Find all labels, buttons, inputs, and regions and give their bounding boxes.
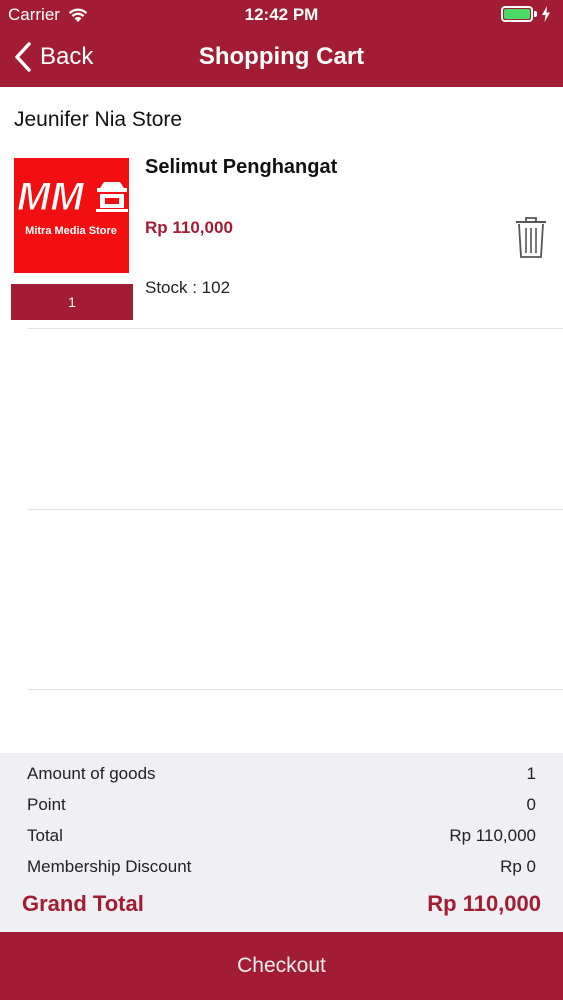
list-divider [28, 689, 563, 690]
app-header: Carrier 12:42 PM Back Shopping Cart [0, 0, 563, 87]
list-divider [28, 509, 563, 510]
summary-label: Point [27, 795, 66, 814]
summary-row-discount: Membership Discount Rp 0 [27, 857, 536, 881]
list-divider [28, 328, 563, 329]
store-name: Jeunifer Nia Store [14, 108, 183, 131]
grand-total-label: Grand Total [22, 891, 144, 916]
product-image[interactable]: MM Mitra Media Store [14, 158, 129, 273]
cart-item: MM Mitra Media Store 1 Selimut Penghanga… [0, 150, 563, 328]
summary-label: Amount of goods [27, 764, 156, 783]
order-summary: Amount of goods 1 Point 0 Total Rp 110,0… [0, 753, 563, 932]
summary-label: Total [27, 826, 63, 845]
summary-row-amount: Amount of goods 1 [27, 764, 536, 788]
summary-row-point: Point 0 [27, 795, 536, 819]
svg-text:MM: MM [17, 175, 85, 219]
summary-label: Membership Discount [27, 857, 192, 876]
charging-bolt-icon [542, 6, 550, 22]
product-stock: Stock : 102 [145, 278, 231, 297]
trash-icon[interactable] [514, 216, 548, 260]
product-price: Rp 110,000 [145, 218, 233, 237]
svg-text:Mitra Media Store: Mitra Media Store [25, 225, 117, 237]
summary-value: 1 [526, 764, 536, 783]
summary-value: 0 [526, 795, 536, 814]
shop-icon [96, 182, 128, 212]
mitra-media-store-logo: MM Mitra Media Store [17, 175, 128, 237]
status-bar: Carrier 12:42 PM [0, 0, 563, 30]
grand-total-value: Rp 110,000 [427, 891, 541, 916]
battery-icon [501, 6, 551, 22]
navigation-bar: Back Shopping Cart [0, 30, 563, 87]
product-name: Selimut Penghangat [145, 156, 338, 178]
summary-value: Rp 0 [500, 857, 536, 876]
quantity-stepper[interactable]: 1 [11, 284, 133, 320]
summary-row-total: Total Rp 110,000 [27, 826, 536, 850]
checkout-button[interactable]: Checkout [0, 932, 563, 1000]
summary-value: Rp 110,000 [449, 826, 536, 845]
grand-total-row: Grand Total Rp 110,000 [22, 891, 541, 921]
status-time: 12:42 PM [244, 5, 319, 24]
page-title: Shopping Cart [198, 43, 365, 70]
